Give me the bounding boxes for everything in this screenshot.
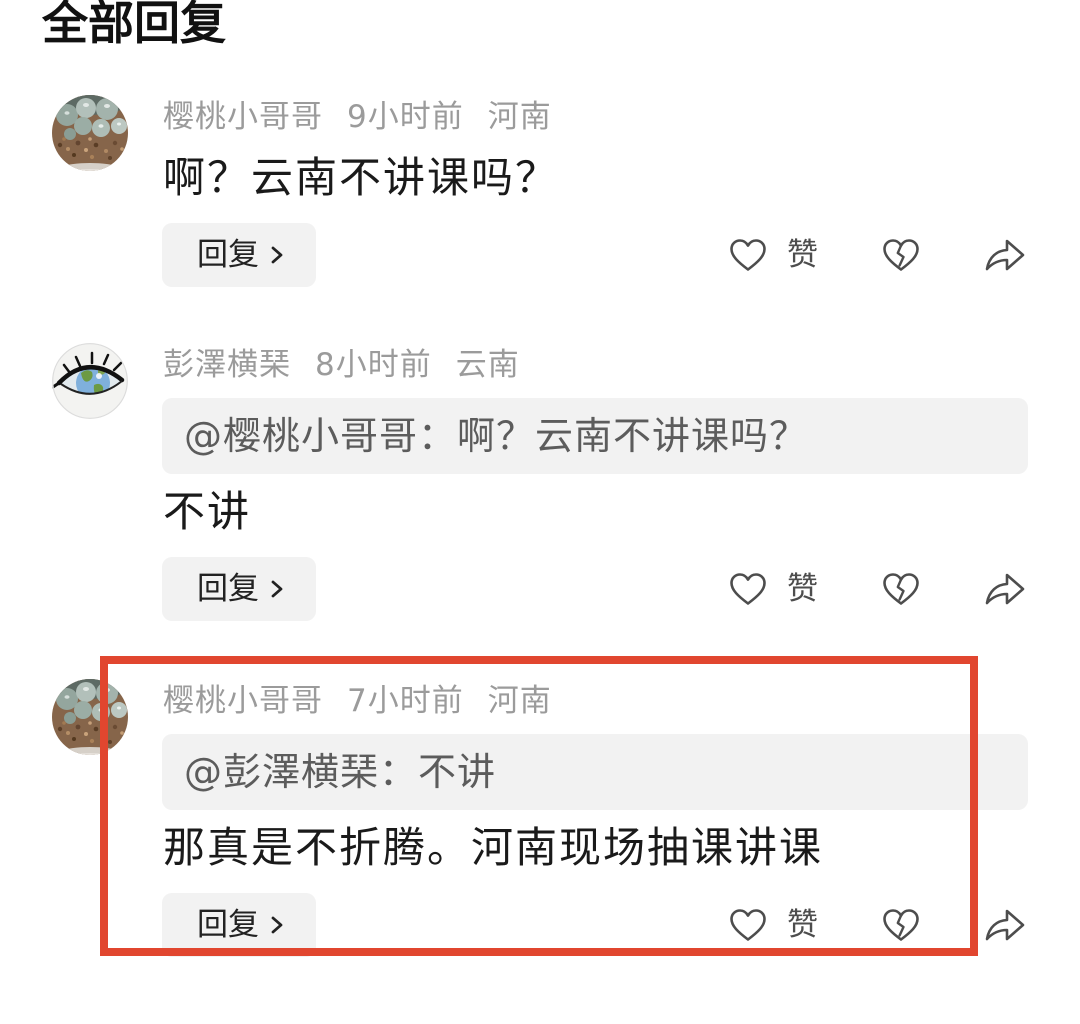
comment-text: 不讲 [163,487,252,536]
avatar[interactable] [52,343,128,419]
avatar[interactable] [52,95,128,171]
broken-heart-icon [883,573,919,605]
avatar[interactable] [52,679,128,755]
dislike-button[interactable] [876,893,926,957]
comment-location: 云南 [455,347,520,383]
broken-heart-icon [883,909,919,941]
quoted-reply: @樱桃小哥哥：啊？云南不讲课吗？ [162,398,1028,474]
like-label: 赞 [787,571,818,607]
comment-username[interactable]: 樱桃小哥哥 [163,95,323,139]
share-button[interactable] [980,557,1028,621]
chevron-right-icon [271,916,283,934]
comment-meta: 樱桃小哥哥 7小时前 河南 [162,679,1028,723]
comment-body: 彭澤横琹 8小时前 云南 @樱桃小哥哥：啊？云南不讲课吗？ 不讲 回复 赞 [162,343,1028,621]
comment-meta: 樱桃小哥哥 9小时前 河南 [162,95,1028,139]
like-button[interactable]: 赞 [722,223,828,287]
like-button[interactable]: 赞 [722,557,828,621]
share-icon [985,239,1025,271]
comment-item: 彭澤横琹 8小时前 云南 @樱桃小哥哥：啊？云南不讲课吗？ 不讲 回复 赞 [0,343,1080,621]
avatar-image [52,95,128,171]
share-icon [985,909,1025,941]
comment-time: 9小时前 [347,99,464,135]
comment-meta: 彭澤横琹 8小时前 云南 [162,343,1028,387]
comment-text: 啊？云南不讲课吗？ [163,153,560,202]
heart-icon [730,573,766,605]
like-button[interactable]: 赞 [722,893,828,957]
comment-time: 7小时前 [347,683,464,719]
like-label: 赞 [787,907,818,943]
quoted-reply: @彭澤横琹：不讲 [162,734,1028,810]
comment-text: 那真是不折腾。河南现场抽课讲课 [163,823,824,872]
comment-location: 河南 [487,99,552,135]
dislike-button[interactable] [876,557,926,621]
heart-icon [730,909,766,941]
reply-button[interactable]: 回复 [162,223,316,287]
comment-username[interactable]: 樱桃小哥哥 [163,679,323,723]
comment-item: 樱桃小哥哥 7小时前 河南 @彭澤横琹：不讲 那真是不折腾。河南现场抽课讲课 回复 … [0,679,1080,957]
chevron-right-icon [271,580,283,598]
avatar-image [52,679,128,755]
comment-location: 河南 [487,683,552,719]
heart-icon [730,239,766,271]
comment-username[interactable]: 彭澤横琹 [163,343,291,387]
avatar-image [52,343,128,419]
reply-list: 樱桃小哥哥 9小时前 河南 啊？云南不讲课吗？ 回复 赞 彭澤横琹 8小时前 云… [0,0,1080,1024]
comment-time: 8小时前 [315,347,432,383]
chevron-right-icon [271,246,283,264]
share-icon [985,573,1025,605]
share-button[interactable] [980,893,1028,957]
dislike-button[interactable] [876,223,926,287]
like-label: 赞 [787,237,818,273]
reply-button-label: 回复 [197,237,259,273]
reply-button-label: 回复 [197,907,259,943]
reply-button[interactable]: 回复 [162,893,316,957]
comment-actions: 回复 赞 [162,557,1028,621]
reply-button[interactable]: 回复 [162,557,316,621]
broken-heart-icon [883,239,919,271]
reply-button-label: 回复 [197,571,259,607]
comment-actions: 回复 赞 [162,223,1028,287]
comment-body: 樱桃小哥哥 7小时前 河南 @彭澤横琹：不讲 那真是不折腾。河南现场抽课讲课 回复 … [162,679,1028,957]
comment-item: 樱桃小哥哥 9小时前 河南 啊？云南不讲课吗？ 回复 赞 [0,95,1080,287]
comment-body: 樱桃小哥哥 9小时前 河南 啊？云南不讲课吗？ 回复 赞 [162,95,1028,287]
comment-actions: 回复 赞 [162,893,1028,957]
share-button[interactable] [980,223,1028,287]
